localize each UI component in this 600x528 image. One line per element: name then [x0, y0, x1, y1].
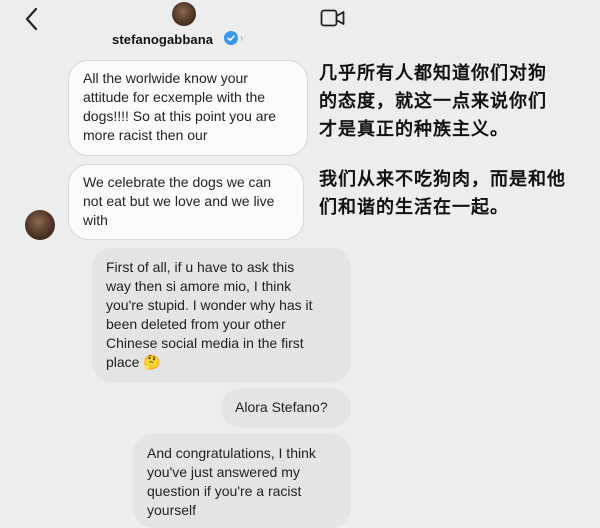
chat-header: stefanogabbana ›: [0, 0, 600, 56]
chat-screen: stefanogabbana › All the worlwide know y…: [0, 0, 600, 528]
chevron-right-icon[interactable]: ›: [240, 33, 243, 44]
verified-badge-icon: [224, 31, 238, 45]
video-call-icon[interactable]: [320, 8, 346, 28]
avatar[interactable]: [25, 210, 55, 240]
username[interactable]: stefanogabbana: [112, 32, 213, 47]
translation-annotation: 几乎所有人都知道你们对狗 的态度，就这一点来说你们 才是真正的种族主义。: [319, 63, 547, 140]
message-sent[interactable]: And congratulations, I think you've just…: [133, 434, 351, 528]
message-received[interactable]: We celebrate the dogs we can not eat but…: [68, 164, 304, 240]
chevron-left-icon[interactable]: [20, 6, 46, 32]
message-received[interactable]: All the worlwide know your attitude for …: [68, 60, 308, 156]
message-sent[interactable]: Alora Stefano?: [221, 388, 351, 428]
translation-annotation: 我们从来不吃狗肉，而是和他 们和谐的生活在一起。: [319, 169, 566, 218]
message-sent[interactable]: First of all, if u have to ask this way …: [92, 248, 351, 382]
avatar[interactable]: [172, 2, 196, 26]
